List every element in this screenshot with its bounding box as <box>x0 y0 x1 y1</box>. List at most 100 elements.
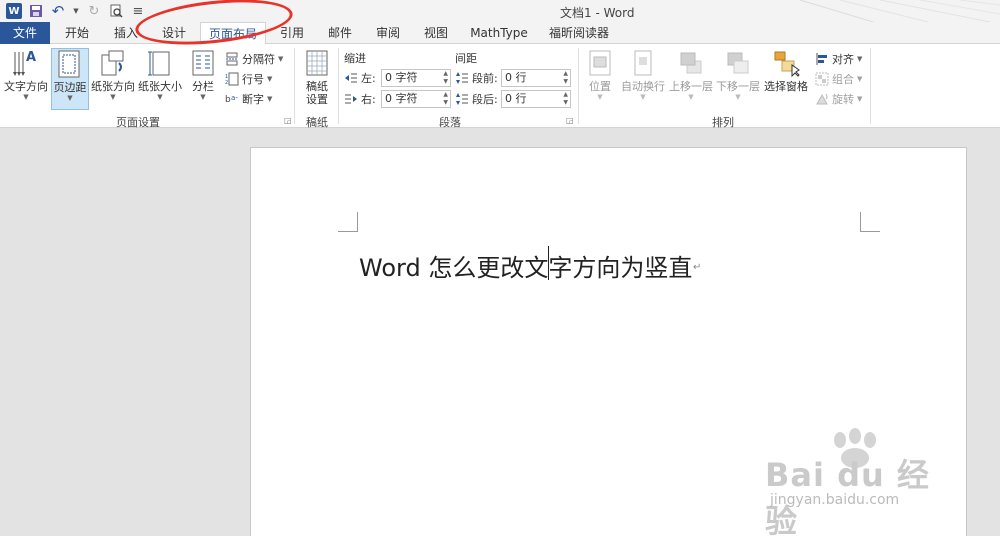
spacing-after-field[interactable]: 0 行 ▲ ▼ <box>501 90 571 108</box>
undo-icon[interactable]: ↶ <box>50 2 66 20</box>
print-preview-icon[interactable] <box>108 3 124 19</box>
wrap-text-label: 自动换行 <box>621 80 665 93</box>
spacing-after-label: 段后: <box>455 90 498 108</box>
tab-home[interactable]: 开始 <box>54 22 100 44</box>
indent-right-field[interactable]: 0 字符 ▲ ▼ <box>381 90 451 108</box>
spacing-before-value: 0 行 <box>505 71 527 84</box>
word-logo[interactable]: W <box>6 3 22 19</box>
rotate-icon <box>816 93 828 105</box>
columns-button[interactable]: 分栏 ▼ <box>187 48 219 101</box>
send-backward-button[interactable]: 下移一层 ▼ <box>715 48 761 101</box>
spacing-heading: 间距 <box>455 52 477 65</box>
dialog-launcher-icon[interactable]: ◲ <box>284 116 292 125</box>
document-body-text[interactable]: Word 怎么更改文字方向为竖直 <box>359 248 692 283</box>
spin-arrows-icon[interactable]: ▲ ▼ <box>563 91 568 107</box>
page-size-icon <box>145 48 175 78</box>
left-label-text: 左: <box>361 72 376 85</box>
draft-paper-icon <box>302 48 332 78</box>
save-icon[interactable] <box>28 3 44 19</box>
margin-corner-top-left <box>338 212 358 232</box>
align-button[interactable]: 对齐 ▼ <box>815 50 862 68</box>
indent-left-field[interactable]: 0 字符 ▲ ▼ <box>381 69 451 87</box>
rotate-button[interactable]: 旋转 ▼ <box>815 90 862 108</box>
dialog-launcher-icon[interactable]: ◲ <box>566 116 574 125</box>
margins-button[interactable]: 页边距 ▼ <box>51 48 89 110</box>
spacing-after-value: 0 行 <box>505 92 527 105</box>
indent-heading: 缩进 <box>344 52 366 65</box>
indent-right-value: 0 字符 <box>385 92 418 105</box>
group-icon <box>815 72 829 86</box>
orientation-button[interactable]: 纸张方向 ▼ <box>90 48 136 101</box>
draft-settings-label: 稿纸 设置 <box>306 80 328 106</box>
spin-arrows-icon[interactable]: ▲ ▼ <box>563 70 568 86</box>
ribbon: A 文字方向 ▼ 页边距 ▼ 纸张方向 ▼ 纸张大小 ▼ 分栏 ▼ 分隔符 ▼ <box>0 44 1000 129</box>
tab-references[interactable]: 引用 <box>270 22 314 44</box>
spacing-before-field[interactable]: 0 行 ▲ ▼ <box>501 69 571 87</box>
bring-forward-label: 上移一层 <box>669 80 713 93</box>
watermark-site: jingyan.baidu.com <box>770 492 900 508</box>
title-bar: W ↶ ▼ ↻ ≡ 文档1 - Word <box>0 0 1000 22</box>
text-cursor <box>548 246 549 280</box>
tab-view[interactable]: 视图 <box>414 22 458 44</box>
spacing-before-icon <box>456 72 468 84</box>
tab-page-layout[interactable]: 页面布局 <box>200 22 266 45</box>
svg-text:2: 2 <box>225 80 228 86</box>
position-button[interactable]: 位置 ▼ <box>583 48 617 101</box>
spin-arrows-icon[interactable]: ▲ ▼ <box>443 70 448 86</box>
text-direction-button[interactable]: A 文字方向 ▼ <box>3 48 49 101</box>
selection-pane-label: 选择窗格 <box>764 80 808 93</box>
tab-mailings[interactable]: 邮件 <box>318 22 362 44</box>
group-separator <box>294 48 295 124</box>
group-label: 组合 <box>832 73 854 86</box>
wrap-text-icon <box>628 48 658 78</box>
chevron-down-icon: ▼ <box>67 94 73 102</box>
svg-text:A: A <box>26 50 36 65</box>
text-direction-icon: A <box>11 48 41 78</box>
before-label-text: 段前: <box>472 72 498 85</box>
group-objects-button[interactable]: 组合 ▼ <box>815 70 862 88</box>
indent-left-icon <box>345 73 357 83</box>
selection-pane-button[interactable]: 选择窗格 <box>763 48 809 93</box>
chevron-down-icon: ▼ <box>157 93 163 101</box>
text-direction-label: 文字方向 <box>4 80 48 93</box>
columns-label: 分栏 <box>192 80 214 93</box>
after-label-text: 段后: <box>472 93 498 106</box>
ribbon-tabs: 文件 开始 插入 设计 页面布局 引用 邮件 审阅 视图 MathType 福昕… <box>0 22 1000 45</box>
wrap-text-button[interactable]: 自动换行 ▼ <box>620 48 666 101</box>
chevron-down-icon: ▼ <box>857 75 863 83</box>
customize-icon[interactable]: ≡ <box>130 3 146 19</box>
tab-file[interactable]: 文件 <box>0 22 50 44</box>
tab-insert[interactable]: 插入 <box>104 22 148 44</box>
bring-forward-icon <box>676 48 706 78</box>
spacing-after-icon <box>456 93 468 105</box>
spin-arrows-icon[interactable]: ▲ ▼ <box>443 91 448 107</box>
chevron-down-icon: ▼ <box>640 93 646 101</box>
document-title: 文档1 - Word <box>560 6 635 20</box>
breaks-label: 分隔符 <box>242 53 275 66</box>
line-numbers-button[interactable]: 12 行号 ▼ <box>225 70 272 88</box>
hyphenation-label: 断字 <box>242 93 264 106</box>
tab-mathtype[interactable]: MathType <box>464 22 534 44</box>
chevron-down-icon: ▼ <box>857 95 863 103</box>
spacing-before-label: 段前: <box>455 69 498 87</box>
bring-forward-button[interactable]: 上移一层 ▼ <box>668 48 714 101</box>
line-numbers-label: 行号 <box>242 73 264 86</box>
tab-foxit-reader[interactable]: 福昕阅读器 <box>540 22 618 44</box>
tab-review[interactable]: 审阅 <box>366 22 410 44</box>
breaks-button[interactable]: 分隔符 ▼ <box>225 50 283 68</box>
indent-right-label: 右: <box>344 90 376 108</box>
send-backward-label: 下移一层 <box>716 80 760 93</box>
tab-design[interactable]: 设计 <box>152 22 196 44</box>
group-separator <box>338 48 339 124</box>
redo-icon[interactable]: ↻ <box>86 3 102 19</box>
chevron-down-icon: ▼ <box>23 93 29 101</box>
page-size-label: 纸张大小 <box>138 80 182 93</box>
baidu-watermark: Bai du 经验 jingyan.baidu.com <box>760 428 960 536</box>
page-size-button[interactable]: 纸张大小 ▼ <box>137 48 183 101</box>
margins-icon <box>55 49 85 79</box>
draft-settings-button[interactable]: 稿纸 设置 <box>300 48 334 106</box>
align-icon <box>816 53 827 65</box>
hyphenation-button[interactable]: b a- 断字 ▼ <box>225 90 272 108</box>
dropdown-caret-icon[interactable]: ▼ <box>72 3 80 19</box>
group-separator <box>870 48 871 124</box>
